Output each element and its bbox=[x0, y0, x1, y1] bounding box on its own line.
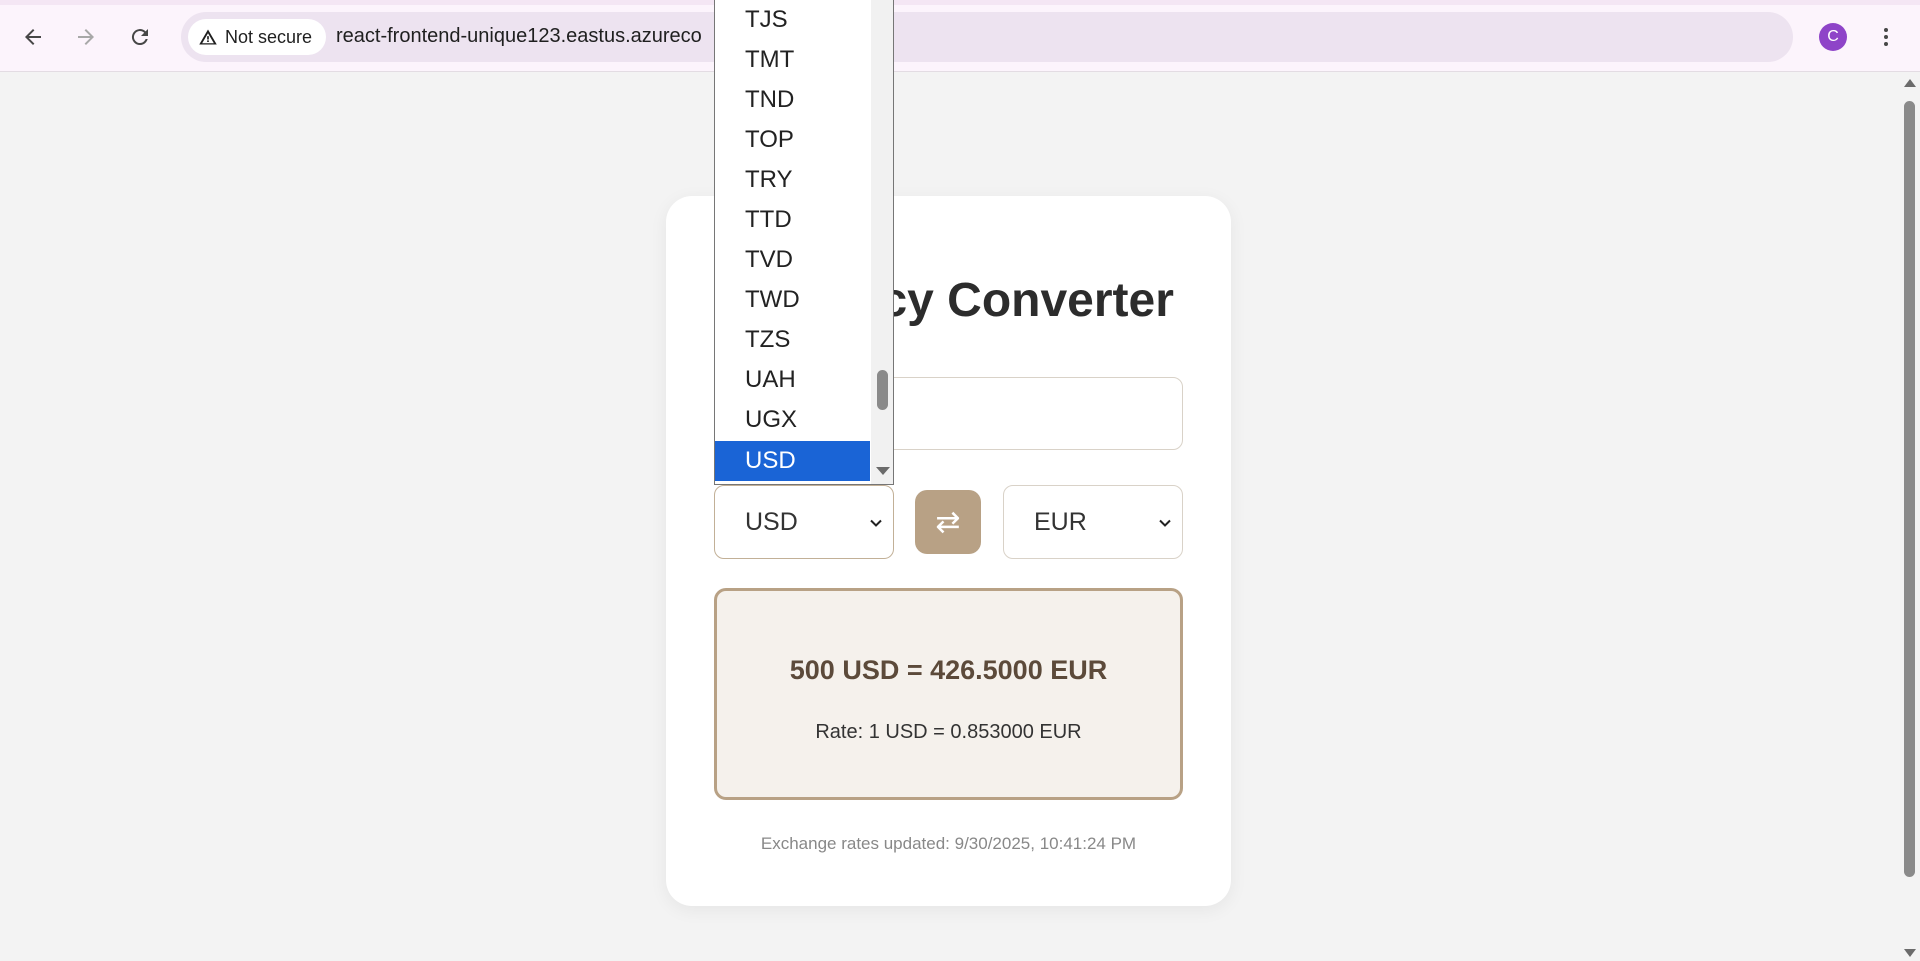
to-currency-value: EUR bbox=[1034, 507, 1087, 536]
security-label: Not secure bbox=[225, 26, 313, 47]
dropdown-option[interactable]: TZS bbox=[715, 320, 870, 360]
url-text: react-frontend-unique123.eastus.azureco bbox=[336, 25, 702, 47]
tab-strip bbox=[0, 0, 1920, 5]
address-bar[interactable]: Not secure react-frontend-unique123.east… bbox=[181, 12, 1793, 62]
dropdown-option[interactable]: UAH bbox=[715, 360, 870, 400]
currency-dropdown-list[interactable]: TJS TMT TND TOP TRY TTD TVD TWD TZS UAH … bbox=[714, 0, 894, 485]
profile-avatar[interactable]: C bbox=[1819, 23, 1847, 51]
dropdown-scroll-thumb[interactable] bbox=[877, 370, 888, 410]
dropdown-option[interactable]: TND bbox=[715, 80, 870, 120]
conversion-result: 500 USD = 426.5000 EUR Rate: 1 USD = 0.8… bbox=[714, 588, 1183, 800]
dropdown-option[interactable]: TRY bbox=[715, 160, 870, 200]
reload-button[interactable] bbox=[120, 17, 160, 57]
result-rate: Rate: 1 USD = 0.853000 EUR bbox=[815, 721, 1082, 743]
result-amount: 500 USD = 426.5000 EUR bbox=[789, 655, 1108, 685]
rates-updated-timestamp: Exchange rates updated: 9/30/2025, 10:41… bbox=[760, 834, 1137, 853]
more-vertical-icon bbox=[1884, 28, 1888, 46]
arrow-left-icon bbox=[25, 29, 41, 45]
security-indicator[interactable]: Not secure bbox=[188, 19, 327, 55]
back-button[interactable] bbox=[13, 17, 53, 57]
swap-button[interactable]: ⇄ bbox=[915, 490, 981, 554]
dropdown-option[interactable]: TTD bbox=[715, 200, 870, 240]
dropdown-option[interactable]: TVD bbox=[715, 240, 870, 280]
dropdown-scrollbar[interactable] bbox=[871, 0, 893, 484]
warning-icon bbox=[199, 29, 217, 45]
from-currency-select[interactable]: USD bbox=[714, 485, 894, 559]
dropdown-option[interactable]: TMT bbox=[715, 40, 870, 80]
scroll-down-arrow-icon[interactable] bbox=[876, 467, 890, 475]
dropdown-option[interactable]: TOP bbox=[715, 120, 870, 160]
scroll-up-arrow-icon[interactable] bbox=[1904, 79, 1916, 87]
page-scrollbar[interactable] bbox=[1900, 73, 1920, 961]
to-currency-select[interactable]: EUR bbox=[1003, 485, 1183, 559]
page-scroll-thumb[interactable] bbox=[1904, 101, 1915, 877]
forward-button[interactable] bbox=[66, 17, 106, 57]
reload-icon bbox=[131, 29, 148, 46]
arrow-right-icon bbox=[78, 29, 94, 45]
chevron-down-icon bbox=[1159, 519, 1171, 527]
dropdown-option[interactable]: TWD bbox=[715, 280, 870, 320]
browser-toolbar: Not secure react-frontend-unique123.east… bbox=[0, 0, 1920, 72]
chevron-down-icon bbox=[870, 519, 882, 527]
from-currency-value: USD bbox=[745, 507, 798, 536]
scroll-down-arrow-icon[interactable] bbox=[1904, 949, 1916, 957]
dropdown-option-selected[interactable]: USD bbox=[715, 441, 870, 481]
browser-menu-button[interactable] bbox=[1868, 17, 1904, 57]
dropdown-option[interactable]: TJS bbox=[715, 0, 870, 40]
dropdown-option[interactable]: UGX bbox=[715, 400, 870, 440]
